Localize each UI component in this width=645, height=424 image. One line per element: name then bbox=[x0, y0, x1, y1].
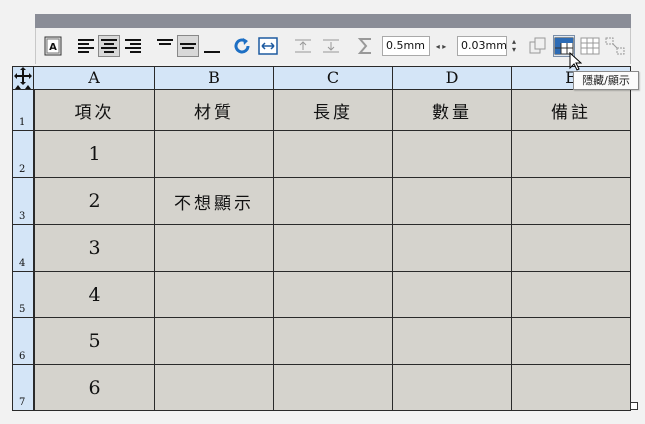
editor-title-bar bbox=[35, 14, 631, 28]
table-cell[interactable] bbox=[393, 131, 512, 178]
table-cell[interactable] bbox=[274, 365, 393, 411]
table-cell[interactable] bbox=[393, 225, 512, 272]
table-cell[interactable] bbox=[512, 131, 631, 178]
table-cell[interactable] bbox=[512, 318, 631, 365]
row-number: 2 bbox=[19, 164, 26, 175]
table-cell[interactable]: 2 bbox=[35, 178, 155, 225]
spacing-input[interactable]: 0.03mm bbox=[457, 36, 507, 56]
table-cell[interactable]: 材質 bbox=[155, 90, 274, 131]
table-cell[interactable]: 不想顯示 bbox=[155, 178, 274, 225]
column-header-b[interactable]: B bbox=[155, 66, 274, 90]
hide-show-tooltip: 隱藏/顯示 bbox=[573, 71, 639, 90]
valign-top-icon[interactable] bbox=[155, 35, 175, 57]
merge-cells-icon[interactable] bbox=[604, 35, 626, 57]
grid-icon[interactable] bbox=[579, 35, 601, 57]
column-header-a[interactable]: A bbox=[34, 66, 155, 90]
refresh-icon[interactable] bbox=[231, 35, 253, 57]
valign-middle-icon[interactable] bbox=[177, 35, 199, 57]
table-cell[interactable] bbox=[512, 272, 631, 318]
insert-row-below-icon[interactable] bbox=[320, 35, 342, 57]
row-header-2[interactable]: 2 bbox=[12, 131, 34, 178]
row-header-1[interactable]: 1 bbox=[12, 90, 34, 131]
move-icon bbox=[14, 67, 32, 89]
row-header-3[interactable]: 3 bbox=[12, 178, 34, 225]
table-cell[interactable]: 3 bbox=[35, 225, 155, 272]
row-header-4[interactable]: 4 bbox=[12, 225, 34, 272]
row-number: 4 bbox=[19, 258, 26, 269]
table-cell[interactable] bbox=[393, 272, 512, 318]
fit-width-icon[interactable] bbox=[257, 35, 279, 57]
align-right-icon[interactable] bbox=[123, 35, 143, 57]
row-header-6[interactable]: 6 bbox=[12, 318, 34, 365]
mouse-cursor-icon bbox=[569, 52, 582, 71]
spacing-stepper[interactable]: ▴ ▾ bbox=[508, 36, 520, 56]
table-cell[interactable]: 項次 bbox=[35, 90, 155, 131]
valign-bottom-icon[interactable] bbox=[202, 35, 222, 57]
table-cell[interactable] bbox=[155, 131, 274, 178]
column-header-d[interactable]: D bbox=[393, 66, 512, 90]
table-cell[interactable] bbox=[512, 225, 631, 272]
row-header-5[interactable]: 5 bbox=[12, 272, 34, 318]
table-cell[interactable] bbox=[393, 318, 512, 365]
table-move-handle[interactable] bbox=[12, 66, 34, 90]
table-cell[interactable]: 1 bbox=[35, 131, 155, 178]
table-cell[interactable]: 備註 bbox=[512, 90, 631, 131]
row-number: 5 bbox=[19, 304, 26, 315]
text-frame-icon[interactable]: A bbox=[42, 35, 64, 57]
table-cell[interactable] bbox=[274, 318, 393, 365]
table-cell[interactable] bbox=[274, 178, 393, 225]
align-left-icon[interactable] bbox=[76, 35, 96, 57]
line-width-stepper[interactable]: ◂ ▸ bbox=[431, 36, 451, 56]
table-cell[interactable] bbox=[512, 178, 631, 225]
table-cell[interactable]: 4 bbox=[35, 272, 155, 318]
table-cell[interactable]: 5 bbox=[35, 318, 155, 365]
line-width-input[interactable]: 0.5mm bbox=[382, 36, 430, 56]
row-number: 7 bbox=[19, 397, 26, 408]
table-cell[interactable] bbox=[155, 225, 274, 272]
table-cell[interactable] bbox=[393, 365, 512, 411]
table-cell[interactable] bbox=[393, 178, 512, 225]
table-cell[interactable] bbox=[155, 318, 274, 365]
table-cell[interactable] bbox=[274, 131, 393, 178]
table-cell[interactable]: 6 bbox=[35, 365, 155, 411]
table-resize-handle[interactable] bbox=[630, 402, 638, 410]
table-toolbar: A 0.5mm ◂ ▸ 0.03mm ▴ ▾ bbox=[35, 28, 631, 64]
row-number: 1 bbox=[19, 117, 26, 128]
copy-format-icon[interactable] bbox=[527, 35, 549, 57]
column-header-c[interactable]: C bbox=[274, 66, 393, 90]
table-cell[interactable] bbox=[155, 272, 274, 318]
svg-text:A: A bbox=[49, 42, 57, 53]
table-cell[interactable] bbox=[274, 225, 393, 272]
table-cell[interactable]: 數量 bbox=[393, 90, 512, 131]
row-number: 3 bbox=[19, 211, 26, 222]
table-editor: A 0.5mm ◂ ▸ 0.03mm ▴ ▾ A B C D E 1 2 3 4… bbox=[0, 0, 645, 424]
table-cell[interactable] bbox=[155, 365, 274, 411]
table-cell[interactable]: 長度 bbox=[274, 90, 393, 131]
sum-icon[interactable] bbox=[356, 35, 376, 57]
row-header-7[interactable]: 7 bbox=[12, 365, 34, 411]
table-cell[interactable] bbox=[274, 272, 393, 318]
table-cell[interactable] bbox=[512, 365, 631, 411]
row-number: 6 bbox=[19, 351, 26, 362]
insert-row-above-icon[interactable] bbox=[292, 35, 314, 57]
align-center-icon[interactable] bbox=[98, 35, 120, 57]
